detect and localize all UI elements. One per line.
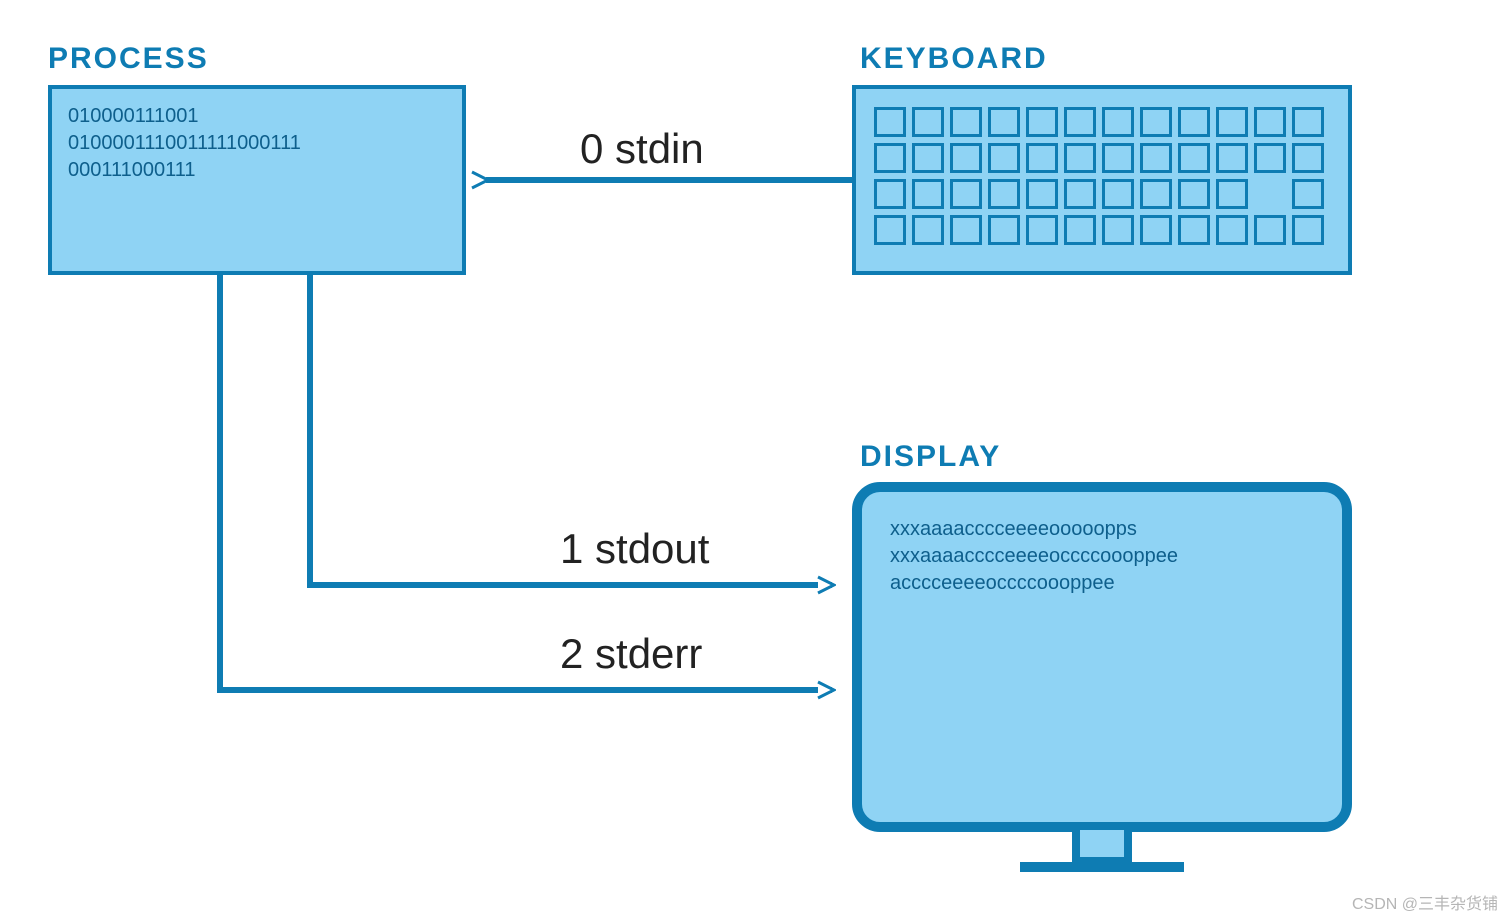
keyboard-key: [1064, 143, 1096, 173]
process-line-2: 0100001110011111000111: [68, 130, 446, 157]
keyboard-key: [1064, 107, 1096, 137]
keyboard-key: [912, 143, 944, 173]
keyboard-key: [1026, 179, 1058, 209]
keyboard-key: [1254, 107, 1286, 137]
keyboard-key: [988, 107, 1020, 137]
process-line-1: 010000111001: [68, 103, 446, 130]
keyboard-key: [1292, 107, 1324, 137]
keyboard-key: [1292, 215, 1324, 245]
keyboard-key: [912, 215, 944, 245]
keyboard-key: [1254, 215, 1286, 245]
process-label: PROCESS: [48, 42, 209, 76]
display-line-2: xxxaaaacccceeeeoccccoooppee: [890, 543, 1314, 570]
display-label: DISPLAY: [860, 440, 1001, 474]
keyboard-key: [874, 143, 906, 173]
monitor-stand: [1072, 830, 1132, 865]
keyboard-row: [874, 215, 1330, 245]
keyboard-row: [874, 107, 1330, 137]
display-box: xxxaaaacccceeeeooooopps xxxaaaacccceeeeo…: [852, 482, 1352, 832]
keyboard-key: [1178, 215, 1210, 245]
stdout-label: 1 stdout: [560, 525, 709, 573]
keyboard-key: [950, 215, 982, 245]
keyboard-key: [1140, 179, 1172, 209]
keyboard-key: [1178, 179, 1210, 209]
watermark: CSDN @三丰杂货铺: [1352, 890, 1498, 914]
keyboard-key: [950, 179, 982, 209]
keyboard-key: [1026, 215, 1058, 245]
keyboard-key: [1064, 179, 1096, 209]
keyboard-key: [1064, 215, 1096, 245]
keyboard-key: [950, 143, 982, 173]
keyboard-key: [1254, 143, 1286, 173]
keyboard-key: [912, 179, 944, 209]
stdin-label: 0 stdin: [580, 125, 704, 173]
process-line-3: 000111000111: [68, 157, 446, 184]
keyboard-key: [1216, 215, 1248, 245]
keyboard-key: [1102, 179, 1134, 209]
keyboard-key: [1102, 107, 1134, 137]
display-line-1: xxxaaaacccceeeeooooopps: [890, 516, 1314, 543]
display-line-3: acccceeeeoccccoooppee: [890, 570, 1314, 597]
keyboard-key: [1140, 107, 1172, 137]
keyboard-key: [1292, 143, 1324, 173]
keyboard-row: [874, 179, 1330, 209]
stderr-label: 2 stderr: [560, 630, 702, 678]
keyboard-key: [950, 107, 982, 137]
keyboard-key: [1026, 143, 1058, 173]
diagram-canvas: PROCESS 010000111001 0100001110011111000…: [0, 0, 1512, 922]
keyboard-key: [1102, 143, 1134, 173]
keyboard-key: [988, 179, 1020, 209]
keyboard-key: [988, 143, 1020, 173]
keyboard-key: [1216, 107, 1248, 137]
keyboard-key: [874, 215, 906, 245]
keyboard-key: [1178, 143, 1210, 173]
keyboard-key: [1140, 143, 1172, 173]
stderr-arrow: [220, 275, 832, 690]
keyboard-key: [1216, 179, 1248, 209]
keyboard-key: [874, 107, 906, 137]
keyboard-key: [1102, 215, 1134, 245]
keyboard-box: [852, 85, 1352, 275]
keyboard-key: [1292, 179, 1324, 209]
keyboard-key: [912, 107, 944, 137]
keyboard-key: [1178, 107, 1210, 137]
monitor-base: [1020, 862, 1184, 872]
keyboard-key: [1216, 143, 1248, 173]
keyboard-label: KEYBOARD: [860, 42, 1048, 76]
keyboard-key: [874, 179, 906, 209]
keyboard-key: [988, 215, 1020, 245]
keyboard-key: [1026, 107, 1058, 137]
keyboard-key: [1140, 215, 1172, 245]
keyboard-row: [874, 143, 1330, 173]
keyboard-gap: [1254, 179, 1286, 209]
process-box: 010000111001 0100001110011111000111 0001…: [48, 85, 466, 275]
